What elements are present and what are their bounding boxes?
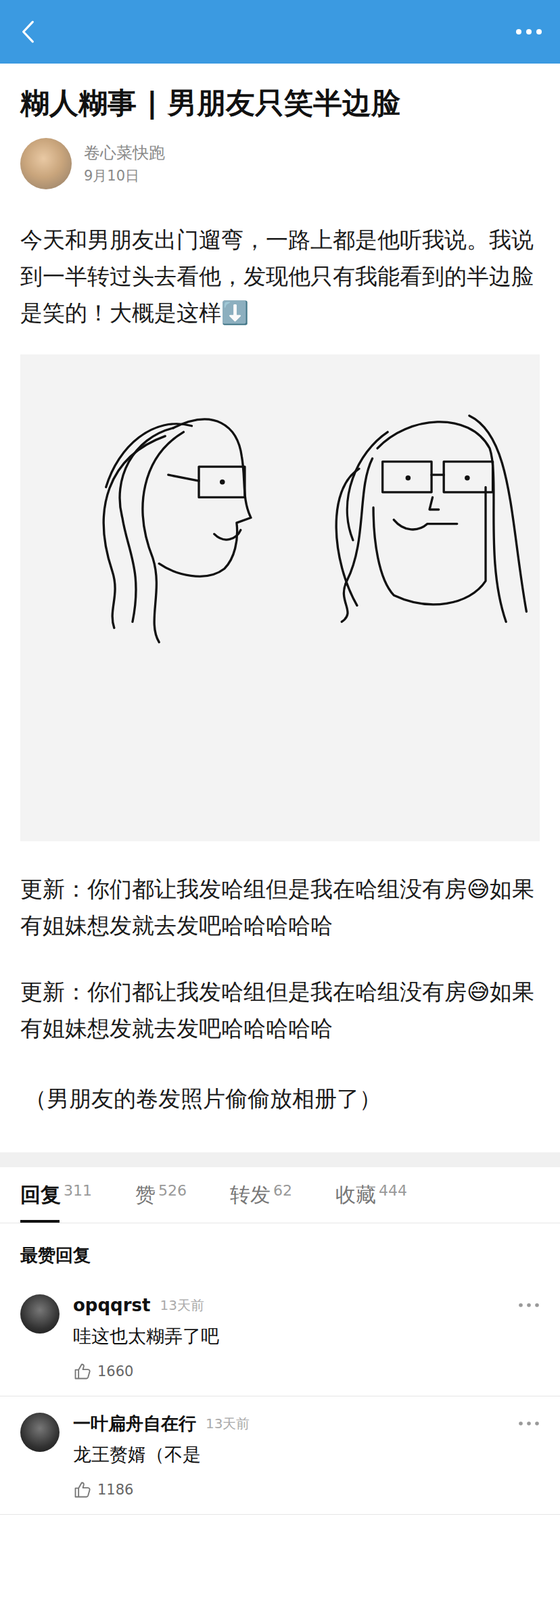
tab[interactable]: 回复311 <box>20 1167 92 1223</box>
post-body: 今天和男朋友出门遛弯，一路上都是他听我说。我说到一半转过头去看他，发现他只有我能… <box>20 221 540 332</box>
tab[interactable]: 转发62 <box>229 1167 293 1223</box>
comment-text: 哇这也太糊弄了吧 <box>73 1321 540 1352</box>
tab-bar: 回复311 赞526 转发62 收藏444 <box>0 1167 560 1224</box>
post: 糊人糊事 | 男朋友只笑半边脸 卷心菜快跑 9月10日 今天和男朋友出门遛弯，一… <box>0 63 560 1118</box>
tab[interactable]: 赞526 <box>135 1167 187 1223</box>
thumb-up-icon <box>73 1362 92 1382</box>
comment: opqqrst 13天前 哇这也太糊弄了吧 1660 <box>0 1278 560 1397</box>
post-page: 糊人糊事 | 男朋友只笑半边脸 卷心菜快跑 9月10日 今天和男朋友出门遛弯，一… <box>0 0 560 1600</box>
post-update: 更新：你们都让我发哈组但是我在哈组没有房😅如果有姐妹想发就去发吧哈哈哈哈哈 <box>20 871 540 945</box>
tab[interactable]: 收藏444 <box>335 1167 408 1223</box>
comment-time: 13天前 <box>159 1296 204 1315</box>
back-icon[interactable] <box>20 18 36 46</box>
commenter-name[interactable]: opqqrst <box>73 1295 151 1316</box>
like-button[interactable]: 1186 <box>73 1477 540 1503</box>
post-update: 更新：你们都让我发哈组但是我在哈组没有房😅如果有姐妹想发就去发吧哈哈哈哈哈 <box>20 973 540 1047</box>
more-icon[interactable] <box>518 1302 540 1309</box>
commenter-avatar[interactable] <box>20 1294 60 1334</box>
author-avatar[interactable] <box>20 137 72 190</box>
author-row[interactable]: 卷心菜快跑 9月10日 <box>20 137 540 190</box>
comment-time: 13天前 <box>205 1414 250 1434</box>
post-date: 9月10日 <box>83 166 166 186</box>
top-bar <box>0 0 560 64</box>
separator <box>0 1152 560 1168</box>
author-name[interactable]: 卷心菜快跑 <box>83 142 166 164</box>
comment: 一叶扁舟自在行 13天前 龙王赘婿（不是 1186 <box>0 1396 560 1515</box>
more-icon[interactable] <box>518 1420 540 1427</box>
thumb-up-icon <box>73 1480 92 1500</box>
post-image[interactable] <box>20 354 540 842</box>
section-title: 最赞回复 <box>0 1223 560 1279</box>
commenter-name[interactable]: 一叶扁舟自在行 <box>73 1412 197 1436</box>
comment-text: 龙王赘婿（不是 <box>73 1439 540 1470</box>
post-title: 糊人糊事 | 男朋友只笑半边脸 <box>20 81 540 125</box>
more-icon[interactable] <box>515 28 543 36</box>
like-button[interactable]: 1660 <box>73 1359 540 1384</box>
commenter-avatar[interactable] <box>20 1412 60 1453</box>
post-note: （男朋友的卷发照片偷偷放相册了） <box>20 1080 540 1118</box>
